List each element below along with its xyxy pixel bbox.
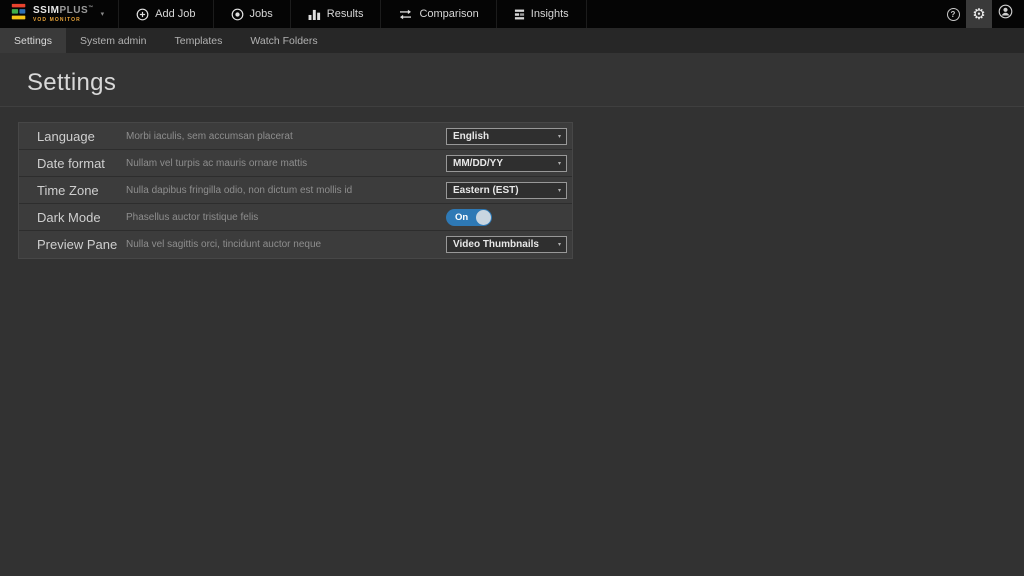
tab-bar: SettingsSystem adminTemplatesWatch Folde… [0,28,1024,53]
settings-row-language: Language Morbi iaculis, sem accumsan pla… [19,123,572,150]
comparison-icon [398,9,413,20]
settings-row-dark-mode: Dark Mode Phasellus auctor tristique fel… [19,204,572,231]
chevron-down-icon: ▾ [558,133,566,140]
main-nav: Add Job Jobs Results Comparison Insights [118,0,587,28]
settings-row-time-zone: Time Zone Nulla dapibus fringilla odio, … [19,177,572,204]
brand-name: SSIMPLUS™ [33,6,94,16]
setting-description: Phasellus auctor tristique felis [126,212,446,223]
help-button[interactable]: ? [940,0,966,28]
toggle-state-label: On [446,212,468,223]
settings-panel: Language Morbi iaculis, sem accumsan pla… [18,122,573,259]
nav-item-jobs[interactable]: Jobs [213,0,290,28]
nav-item-add-job[interactable]: Add Job [118,0,212,28]
brand[interactable]: SSIMPLUS™ VOD MONITOR ▾ [0,0,118,28]
chevron-down-icon[interactable]: ▾ [101,10,105,18]
nav-right-icons: ? ⚙ [940,0,1024,28]
setting-label: Language [19,129,126,144]
page-title: Settings [27,69,116,97]
setting-label: Preview Pane [19,237,126,252]
jobs-icon [231,8,244,21]
add-job-icon [136,8,149,21]
ssimplus-logo-icon [10,3,28,26]
brand-subtitle: VOD MONITOR [33,18,94,23]
settings-gear-button[interactable]: ⚙ [966,0,992,28]
setting-label: Time Zone [19,183,126,198]
tab-settings[interactable]: Settings [0,28,66,53]
nav-item-insights[interactable]: Insights [496,0,587,28]
dark-mode-toggle[interactable]: On [446,209,492,226]
tab-watch-folders[interactable]: Watch Folders [236,28,331,53]
setting-control: Eastern (EST) ▾ [446,182,572,199]
setting-control: Video Thumbnails ▾ [446,236,572,253]
select-value: English [447,131,558,142]
insights-icon [514,9,525,20]
tab-templates[interactable]: Templates [160,28,236,53]
setting-control: English ▾ [446,128,572,145]
top-nav: SSIMPLUS™ VOD MONITOR ▾ Add Job Jobs Res… [0,0,1024,28]
chevron-down-icon: ▾ [558,187,566,194]
chevron-down-icon: ▾ [558,241,566,248]
setting-label: Dark Mode [19,210,126,225]
settings-row-preview-pane: Preview Pane Nulla vel sagittis orci, ti… [19,231,572,258]
results-icon [308,9,321,20]
date-format-select[interactable]: MM/DD/YY ▾ [446,155,567,172]
toggle-knob-icon [476,210,491,225]
gear-icon: ⚙ [972,7,985,22]
preview-pane-select[interactable]: Video Thumbnails ▾ [446,236,567,253]
setting-control: MM/DD/YY ▾ [446,155,572,172]
select-value: Eastern (EST) [447,185,558,196]
setting-description: Morbi iaculis, sem accumsan placerat [126,131,446,142]
nav-item-comparison[interactable]: Comparison [380,0,495,28]
setting-control: On [446,209,572,226]
time-zone-select[interactable]: Eastern (EST) ▾ [446,182,567,199]
setting-description: Nulla vel sagittis orci, tincidunt aucto… [126,239,446,250]
content-area: Language Morbi iaculis, sem accumsan pla… [0,107,1024,259]
page-header: Settings [0,53,1024,107]
brand-text: SSIMPLUS™ VOD MONITOR [33,6,94,23]
setting-description: Nulla dapibus fringilla odio, non dictum… [126,185,446,196]
select-value: Video Thumbnails [447,239,558,250]
account-icon [998,4,1013,24]
language-select[interactable]: English ▾ [446,128,567,145]
select-value: MM/DD/YY [447,158,558,169]
setting-description: Nullam vel turpis ac mauris ornare matti… [126,158,446,169]
nav-item-results[interactable]: Results [290,0,381,28]
tab-system-admin[interactable]: System admin [66,28,161,53]
settings-row-date-format: Date format Nullam vel turpis ac mauris … [19,150,572,177]
account-button[interactable] [992,0,1018,28]
setting-label: Date format [19,156,126,171]
help-icon: ? [947,8,960,21]
chevron-down-icon: ▾ [558,160,566,167]
